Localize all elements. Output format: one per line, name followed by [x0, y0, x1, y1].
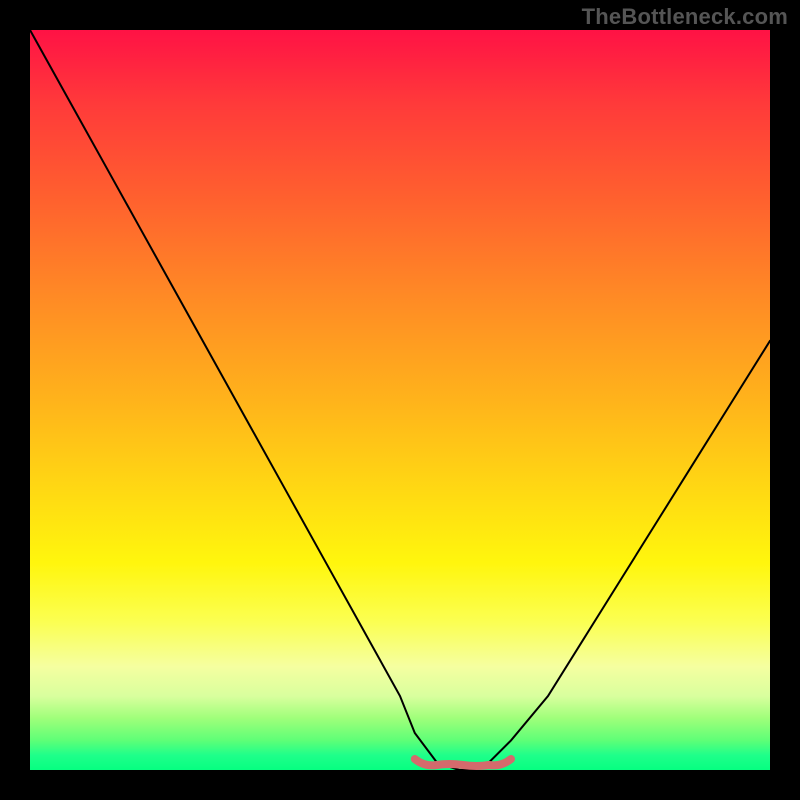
plot-area [30, 30, 770, 770]
attribution-text: TheBottleneck.com [582, 4, 788, 30]
curve-layer [30, 30, 770, 770]
chart-frame: TheBottleneck.com [0, 0, 800, 800]
bottleneck-curve-right [459, 341, 770, 770]
bottleneck-curve-left [30, 30, 459, 770]
optimal-range-marker [415, 759, 511, 766]
